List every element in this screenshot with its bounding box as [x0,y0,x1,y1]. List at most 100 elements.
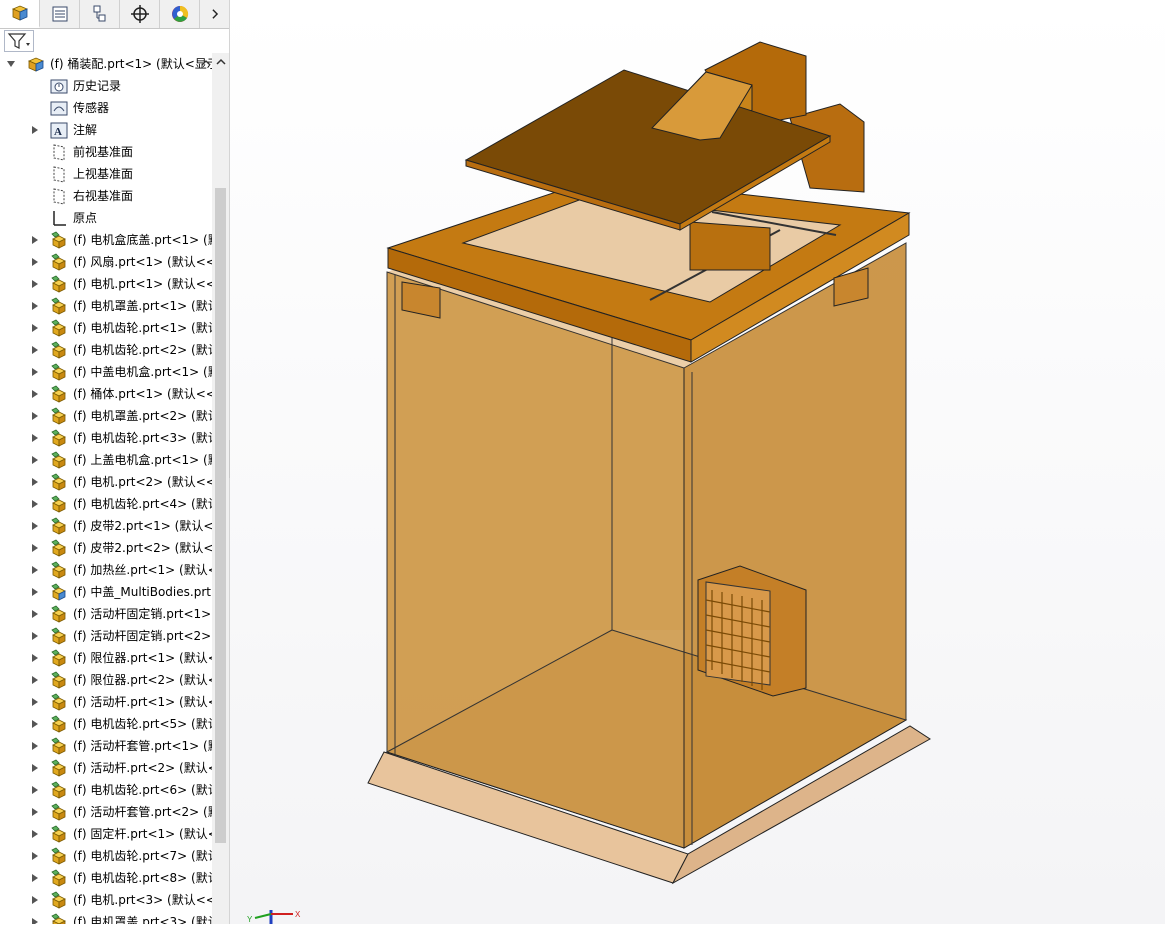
tree-part-item[interactable]: (f) 电机罩盖.prt<1> (默认 [0,295,212,317]
tree-part-item[interactable]: (f) 电机.prt<3> (默认<<默 [0,889,212,911]
expand-arrow-icon[interactable] [30,675,40,685]
expand-arrow-icon[interactable] [30,323,40,333]
svg-text:A: A [54,126,62,138]
tree-part-item[interactable]: (f) 中盖电机盒.prt<1> (默 [0,361,212,383]
part-icon [51,847,66,865]
expand-arrow-icon[interactable] [30,389,40,399]
tree-part-item[interactable]: (f) 活动杆.prt<1> (默认< [0,691,212,713]
tree-part-label: (f) 电机齿轮.prt<1> (默认 [73,321,212,335]
tree-part-item[interactable]: (f) 加热丝.prt<1> (默认< [0,559,212,581]
expand-arrow-icon[interactable] [30,873,40,883]
tree-part-item[interactable]: (f) 皮带2.prt<1> (默认<< [0,515,212,537]
tree-part-item[interactable]: (f) 电机齿轮.prt<7> (默认 [0,845,212,867]
expand-arrow-icon[interactable] [30,477,40,487]
expand-arrow-icon[interactable] [30,653,40,663]
tree-part-item[interactable]: (f) 活动杆固定销.prt<2> [0,625,212,647]
tree-part-item[interactable]: (f) 上盖电机盒.prt<1> (默 [0,449,212,471]
expand-arrow-icon[interactable] [30,609,40,619]
expand-arrow-icon[interactable] [30,697,40,707]
tree-part-item[interactable]: (f) 电机齿轮.prt<1> (默认 [0,317,212,339]
tree-folder-item[interactable]: 前视基准面 [0,141,212,163]
expand-arrow-icon[interactable] [30,235,40,245]
tree-part-item[interactable]: (f) 电机齿轮.prt<6> (默认 [0,779,212,801]
expand-arrow-icon[interactable] [30,895,40,905]
tree-part-item[interactable]: (f) 电机罩盖.prt<3> (默认 [0,911,212,924]
part-icon [51,495,66,513]
expand-arrow-icon[interactable] [30,851,40,861]
expand-arrow-icon[interactable] [30,917,40,924]
tree-part-item[interactable]: (f) 电机齿轮.prt<5> (默认 [0,713,212,735]
expand-arrow-icon[interactable] [30,257,40,267]
tree-part-item[interactable]: (f) 活动杆套管.prt<1> (默 [0,735,212,757]
tree-part-item[interactable]: (f) 电机罩盖.prt<2> (默认 [0,405,212,427]
expand-arrow-icon[interactable] [30,301,40,311]
expand-arrow-icon[interactable] [30,587,40,597]
tab-display-manager[interactable] [160,0,200,28]
tree-part-label: (f) 活动杆.prt<2> (默认< [73,761,212,775]
tree-part-item[interactable]: (f) 活动杆.prt<2> (默认< [0,757,212,779]
tree-part-item[interactable]: (f) 活动杆套管.prt<2> (默 [0,801,212,823]
scrollbar-thumb[interactable] [215,188,226,843]
model-view[interactable] [230,0,1165,924]
part-icon [51,891,66,909]
tree-part-item[interactable]: (f) 限位器.prt<2> (默认< [0,669,212,691]
part-icon [51,627,66,645]
tree-folder-item[interactable]: 右视基准面 [0,185,212,207]
tab-feature-manager[interactable] [0,0,40,28]
expand-arrow-icon[interactable] [30,719,40,729]
tree-part-item[interactable]: (f) 电机盒底盖.prt<1> (默 [0,229,212,251]
expand-arrow-icon[interactable] [30,631,40,641]
tree-part-item[interactable]: (f) 固定杆.prt<1> (默认< [0,823,212,845]
tree-folder-label: 前视基准面 [73,145,134,159]
chevron-up-icon[interactable] [201,58,211,68]
tree-part-item[interactable]: (f) 中盖_MultiBodies.prt< [0,581,212,603]
scroll-up-icon[interactable] [216,57,226,67]
expand-arrow-icon[interactable] [30,279,40,289]
tree-filter-button[interactable] [4,30,34,52]
tree-folder-item[interactable]: A 注解 [0,119,212,141]
tree-folder-item[interactable]: 上视基准面 [0,163,212,185]
expand-arrow-icon[interactable] [30,807,40,817]
expand-arrow-icon[interactable] [30,433,40,443]
tree-folder-item[interactable]: 历史记录 [0,75,212,97]
tree-part-item[interactable]: (f) 桶体.prt<1> (默认<<默 [0,383,212,405]
expand-arrow-icon[interactable] [30,785,40,795]
tree-folder-item[interactable]: 传感器 [0,97,212,119]
expand-arrow-icon[interactable] [30,345,40,355]
expand-arrow-icon[interactable] [30,455,40,465]
tree-root-item[interactable]: (f) 桶装配.prt<1> (默认<显示 [0,53,212,75]
tab-dimxpert-manager[interactable] [120,0,160,28]
tree-part-item[interactable]: (f) 电机.prt<1> (默认<<默 [0,273,212,295]
expand-arrow-icon[interactable] [30,499,40,509]
tabs-more-button[interactable] [200,0,229,28]
graphics-viewport[interactable] [230,0,1165,924]
tree-part-item[interactable]: (f) 电机.prt<2> (默认<<默 [0,471,212,493]
expand-arrow-icon[interactable] [30,829,40,839]
expand-arrow-icon[interactable] [30,565,40,575]
tab-configuration-manager[interactable] [80,0,120,28]
expand-arrow-icon[interactable] [30,521,40,531]
tree-part-item[interactable]: (f) 限位器.prt<1> (默认< [0,647,212,669]
tree-part-item[interactable]: (f) 活动杆固定销.prt<1> [0,603,212,625]
tree-part-label: (f) 活动杆固定销.prt<2> [73,629,212,643]
tree-part-item[interactable]: (f) 电机齿轮.prt<8> (默认 [0,867,212,889]
expand-arrow-icon[interactable] [30,411,40,421]
expand-arrow-icon[interactable] [30,543,40,553]
tree-part-item[interactable]: (f) 电机齿轮.prt<4> (默认 [0,493,212,515]
collapse-arrow-icon[interactable] [6,59,16,69]
expand-arrow-icon[interactable] [30,367,40,377]
tree-part-item[interactable]: (f) 电机齿轮.prt<2> (默认 [0,339,212,361]
part-icon [51,451,66,469]
expand-arrow-icon[interactable] [30,125,40,135]
part-icon [51,561,66,579]
tree-folder-label: 历史记录 [73,79,122,93]
expand-arrow-icon[interactable] [30,741,40,751]
assembly-icon [27,57,45,72]
expand-arrow-icon[interactable] [30,763,40,773]
tree-part-item[interactable]: (f) 皮带2.prt<2> (默认<< [0,537,212,559]
tab-property-manager[interactable] [40,0,80,28]
tree-part-item[interactable]: (f) 电机齿轮.prt<3> (默认 [0,427,212,449]
tree-folder-item[interactable]: 原点 [0,207,212,229]
tree-part-item[interactable]: (f) 风扇.prt<1> (默认<<默 [0,251,212,273]
tree-scrollbar[interactable] [212,53,229,924]
